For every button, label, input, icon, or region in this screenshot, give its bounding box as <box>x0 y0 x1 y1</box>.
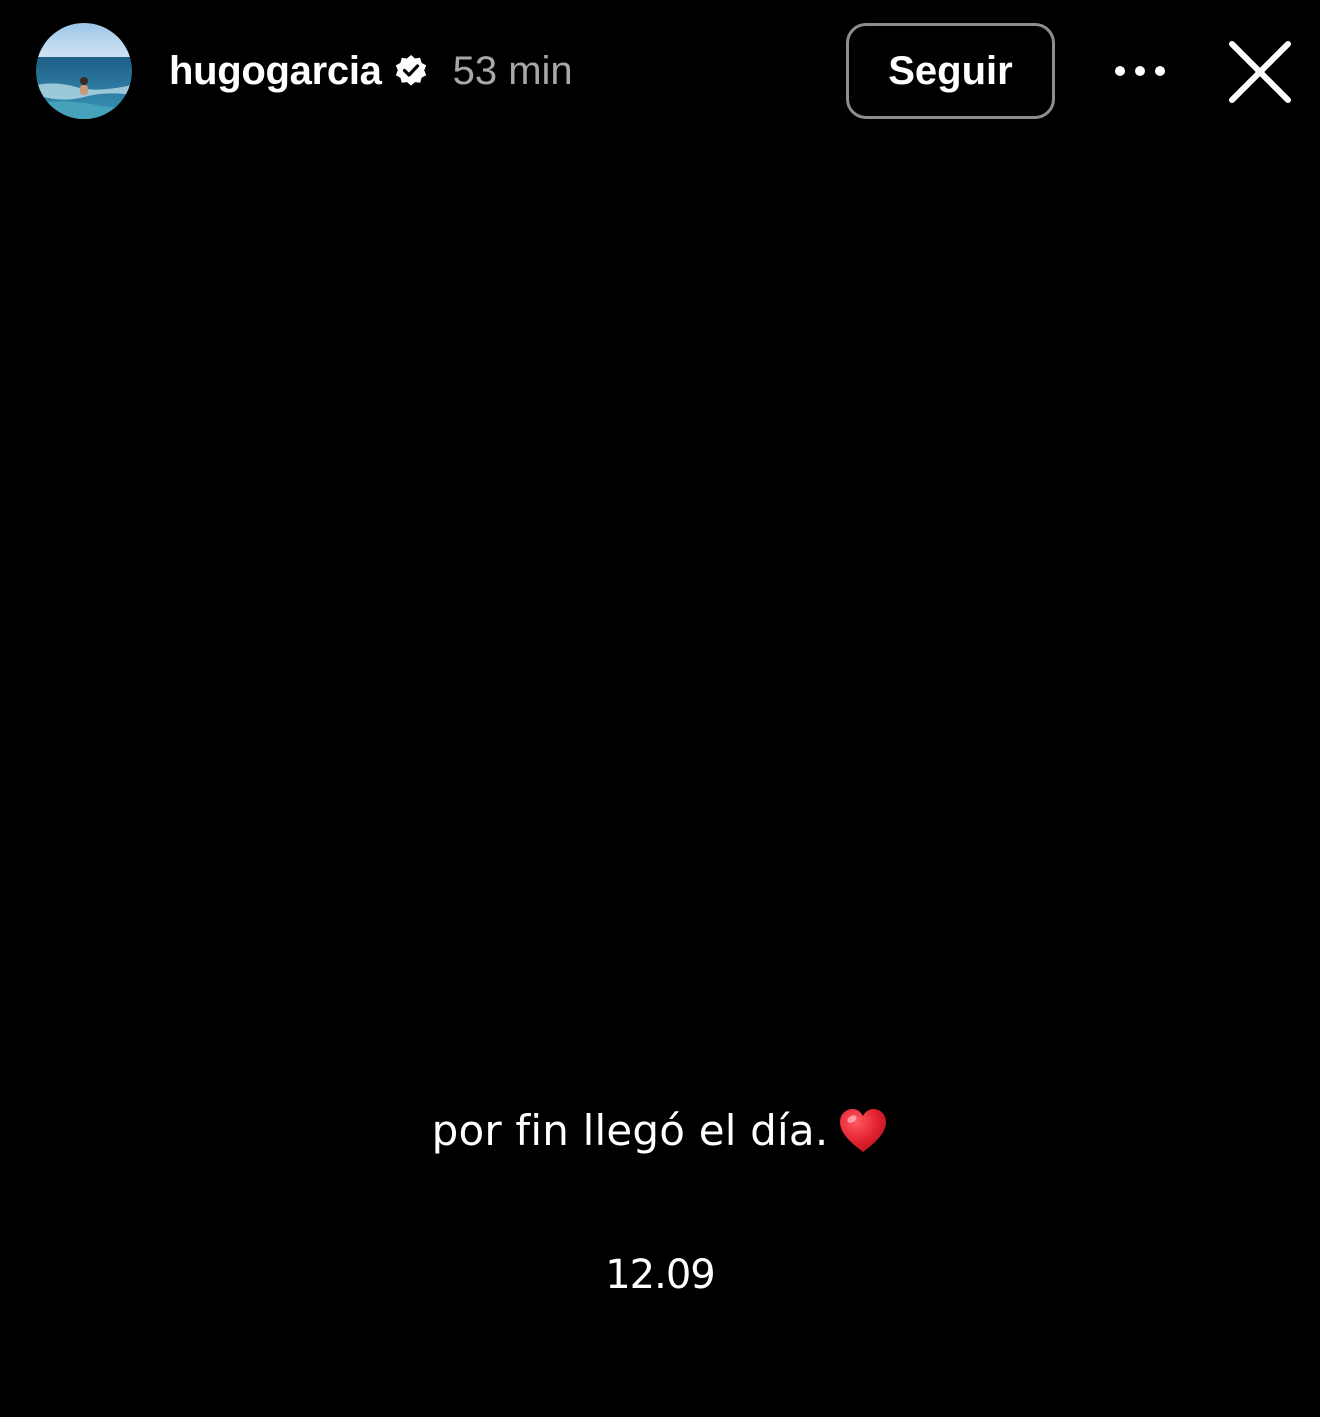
caption-text: por fin llegó el día. <box>431 1106 829 1155</box>
avatar-image <box>36 23 132 119</box>
time-ago: 53 min <box>452 48 573 93</box>
story-caption: por fin llegó el día. <box>0 1106 1320 1155</box>
close-icon <box>1229 41 1291 103</box>
story-content[interactable]: por fin llegó el día. 12.09 <box>0 140 1320 1417</box>
red-heart-icon <box>838 1108 888 1154</box>
username-row: hugogarcia 53 min <box>169 44 573 98</box>
follow-button[interactable]: Seguir <box>846 23 1055 119</box>
username[interactable]: hugogarcia <box>169 49 382 94</box>
more-options-button[interactable] <box>1108 45 1172 97</box>
verified-badge-icon <box>394 54 428 88</box>
avatar[interactable] <box>36 23 132 119</box>
close-button[interactable] <box>1220 32 1300 112</box>
story-date: 12.09 <box>605 1252 716 1298</box>
story-header: hugogarcia 53 min Seguir <box>0 0 1320 140</box>
more-options-icon <box>1115 66 1165 76</box>
